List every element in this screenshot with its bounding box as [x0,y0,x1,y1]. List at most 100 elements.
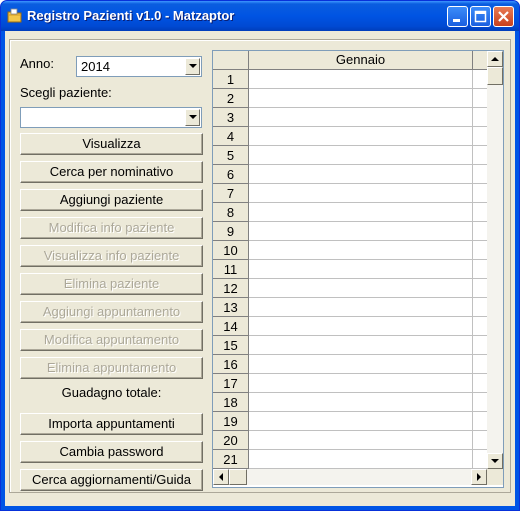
horizontal-scrollbar[interactable] [213,469,487,485]
modifica-appuntamento-button[interactable]: Modifica appuntamento [20,329,203,351]
maximize-button[interactable] [470,6,491,27]
row-header[interactable]: 13 [213,298,249,317]
grid-cell[interactable] [249,431,473,450]
row-header[interactable]: 9 [213,222,249,241]
grid-cell[interactable] [249,336,473,355]
grid-cell[interactable] [249,393,473,412]
table-row[interactable]: 21 [213,450,487,469]
grid-cell[interactable] [249,241,473,260]
vertical-scrollbar[interactable] [487,51,503,469]
elimina-paziente-button[interactable]: Elimina paziente [20,273,203,295]
grid-cell[interactable] [249,70,473,89]
grid-cell[interactable] [473,146,487,165]
table-row[interactable]: 6 [213,165,487,184]
grid-cell[interactable] [249,317,473,336]
anno-dropdown-button[interactable] [185,58,200,75]
grid-cell[interactable] [249,279,473,298]
row-header[interactable]: 17 [213,374,249,393]
grid-cell[interactable] [473,298,487,317]
column-header-gennaio[interactable]: Gennaio [249,51,473,70]
grid-cell[interactable] [473,127,487,146]
table-row[interactable]: 16 [213,355,487,374]
grid-cell[interactable] [473,450,487,469]
cerca-aggiornamenti-button[interactable]: Cerca aggiornamenti/Guida [20,469,203,491]
appointments-grid[interactable]: Gennaio 1 2 3 4 5 6 7 8 9 10 11 12 13 14 15 16 17 18 19 20 2… [212,50,504,488]
table-row[interactable]: 17 [213,374,487,393]
grid-cell[interactable] [249,108,473,127]
cambia-password-button[interactable]: Cambia password [20,441,203,463]
table-row[interactable]: 5 [213,146,487,165]
table-row[interactable]: 9 [213,222,487,241]
grid-cell[interactable] [249,450,473,469]
table-row[interactable]: 15 [213,336,487,355]
grid-cell[interactable] [473,393,487,412]
scroll-up-button[interactable] [487,51,503,67]
grid-cell[interactable] [473,222,487,241]
title-bar[interactable]: Registro Pazienti v1.0 - Matzaptor [1,1,519,31]
table-row[interactable]: 20 [213,431,487,450]
row-header[interactable]: 4 [213,127,249,146]
row-header[interactable]: 2 [213,89,249,108]
grid-cell[interactable] [473,241,487,260]
table-row[interactable]: 8 [213,203,487,222]
table-row[interactable]: 1 [213,70,487,89]
modifica-info-paziente-button[interactable]: Modifica info paziente [20,217,203,239]
vertical-scroll-thumb[interactable] [487,67,503,85]
grid-cell[interactable] [249,146,473,165]
table-row[interactable]: 18 [213,393,487,412]
row-header[interactable]: 20 [213,431,249,450]
table-row[interactable]: 2 [213,89,487,108]
scroll-left-button[interactable] [213,469,229,485]
visualizza-info-paziente-button[interactable]: Visualizza info paziente [20,245,203,267]
grid-cell[interactable] [473,89,487,108]
grid-cell[interactable] [249,184,473,203]
horizontal-scroll-thumb[interactable] [229,469,247,485]
grid-cell[interactable] [473,203,487,222]
table-row[interactable]: 3 [213,108,487,127]
cerca-nominativo-button[interactable]: Cerca per nominativo [20,161,203,183]
row-header[interactable]: 6 [213,165,249,184]
grid-cell[interactable] [249,222,473,241]
table-row[interactable]: 10 [213,241,487,260]
grid-cell[interactable] [473,317,487,336]
elimina-appuntamento-button[interactable]: Elimina appuntamento [20,357,203,379]
row-header[interactable]: 12 [213,279,249,298]
table-row[interactable]: 14 [213,317,487,336]
grid-cell[interactable] [249,298,473,317]
grid-cell[interactable] [473,70,487,89]
row-header[interactable]: 11 [213,260,249,279]
grid-cell[interactable] [473,336,487,355]
grid-cell[interactable] [249,165,473,184]
row-header[interactable]: 10 [213,241,249,260]
grid-cell[interactable] [473,184,487,203]
row-header[interactable]: 5 [213,146,249,165]
importa-appuntamenti-button[interactable]: Importa appuntamenti [20,413,203,435]
grid-cell[interactable] [249,412,473,431]
close-button[interactable] [493,6,514,27]
grid-cell[interactable] [473,355,487,374]
grid-cell[interactable] [249,260,473,279]
paziente-select[interactable] [20,107,202,128]
row-header[interactable]: 18 [213,393,249,412]
grid-cell[interactable] [473,165,487,184]
row-header[interactable]: 1 [213,70,249,89]
row-header[interactable]: 21 [213,450,249,469]
row-header[interactable]: 19 [213,412,249,431]
table-row[interactable]: 12 [213,279,487,298]
grid-cell[interactable] [473,108,487,127]
grid-cell[interactable] [473,260,487,279]
row-header[interactable]: 8 [213,203,249,222]
minimize-button[interactable] [447,6,468,27]
visualizza-button[interactable]: Visualizza [20,133,203,155]
table-row[interactable]: 13 [213,298,487,317]
grid-cell[interactable] [249,374,473,393]
row-header[interactable]: 14 [213,317,249,336]
table-row[interactable]: 11 [213,260,487,279]
grid-cell[interactable] [249,89,473,108]
anno-select[interactable]: 2014 [76,56,202,77]
aggiungi-appuntamento-button[interactable]: Aggiungi appuntamento [20,301,203,323]
grid-cell[interactable] [249,127,473,146]
grid-cell[interactable] [473,279,487,298]
table-row[interactable]: 7 [213,184,487,203]
grid-cell[interactable] [473,374,487,393]
